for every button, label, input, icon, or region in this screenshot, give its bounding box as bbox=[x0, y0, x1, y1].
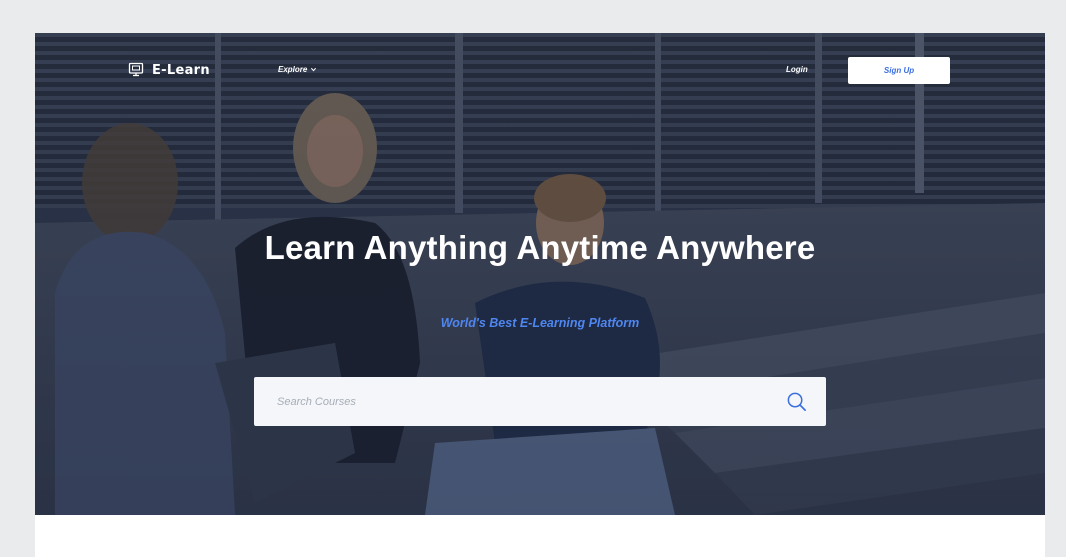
brand-logo[interactable]: E-Learn bbox=[128, 62, 210, 78]
search-icon bbox=[787, 392, 806, 411]
hero-title: Learn Anything Anytime Anywhere bbox=[264, 229, 816, 266]
explore-label: Explore bbox=[278, 65, 308, 74]
landing-page: E-Learn Explore Login Sign Up Learn Anyt… bbox=[35, 33, 1045, 557]
search-button[interactable] bbox=[774, 377, 826, 426]
hero-subtitle: World's Best E-Learning Platform bbox=[440, 316, 640, 330]
signup-button[interactable]: Sign Up bbox=[848, 57, 950, 84]
chevron-down-icon bbox=[311, 67, 317, 72]
brand-name: E-Learn bbox=[152, 62, 210, 78]
course-search-bar bbox=[254, 377, 826, 426]
search-input[interactable] bbox=[254, 377, 774, 426]
hero-overlay bbox=[35, 33, 1045, 515]
explore-menu[interactable]: Explore bbox=[278, 65, 317, 74]
monitor-icon bbox=[128, 62, 144, 77]
login-link[interactable]: Login bbox=[786, 65, 808, 74]
hero-section: E-Learn Explore Login Sign Up Learn Anyt… bbox=[35, 33, 1045, 515]
